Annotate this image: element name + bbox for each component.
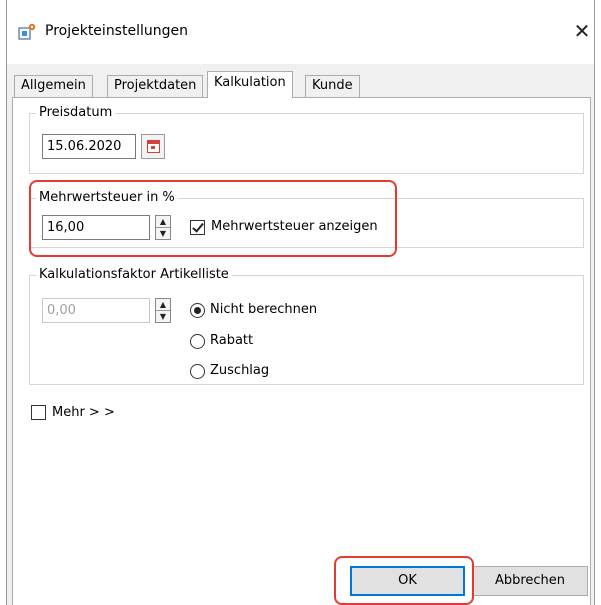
title-bar[interactable]: Projekteinstellungen ✕ [7, 0, 594, 64]
calendar-button[interactable] [141, 134, 165, 159]
cancel-button[interactable]: Abbrechen [472, 566, 588, 596]
radio-zuschlag-label: Zuschlag [210, 363, 270, 378]
ok-highlight [334, 556, 474, 605]
project-settings-icon [18, 23, 36, 40]
radio-rabatt[interactable] [190, 334, 205, 349]
spin-up-icon[interactable]: ▲ [156, 299, 170, 310]
window-frame-right [594, 0, 595, 605]
radio-nicht-berechnen[interactable] [190, 303, 205, 318]
radio-zuschlag[interactable] [190, 364, 205, 379]
calendar-icon [147, 140, 160, 153]
mehr-checkbox[interactable] [31, 405, 46, 420]
mwst-highlight [29, 180, 397, 257]
kalkfaktor-legend: Kalkulationsfaktor Artikelliste [36, 267, 232, 282]
dialog-window: Projekteinstellungen ✕ Allgemein Projekt… [0, 0, 601, 605]
close-icon[interactable]: ✕ [569, 18, 595, 44]
tab-allgemein[interactable]: Allgemein [14, 75, 93, 97]
kalkfaktor-stepper[interactable]: ▲ ▼ [155, 298, 171, 323]
radio-nicht-berechnen-label: Nicht berechnen [210, 302, 318, 317]
radio-rabatt-label: Rabatt [210, 333, 254, 348]
tab-kunde[interactable]: Kunde [305, 75, 360, 97]
preisdatum-input[interactable]: 15.06.2020 [42, 134, 136, 159]
preisdatum-group: Preisdatum 15.06.2020 [29, 105, 584, 174]
kalkfaktor-input[interactable]: 0,00 [42, 298, 150, 323]
kalkfaktor-group: Kalkulationsfaktor Artikelliste 0,00 ▲ ▼… [29, 267, 584, 385]
preisdatum-legend: Preisdatum [36, 105, 116, 120]
mehr-label: Mehr > > [52, 405, 115, 420]
tab-panel-kalkulation: Preisdatum 15.06.2020 Mehrwertsteuer in … [12, 97, 591, 605]
spin-down-icon[interactable]: ▼ [156, 311, 170, 322]
window-title: Projekteinstellungen [45, 23, 188, 39]
tab-projektdaten[interactable]: Projektdaten [107, 75, 204, 97]
tab-kalkulation[interactable]: Kalkulation [207, 71, 293, 98]
dialog-client-area: Allgemein Projektdaten Kalkulation Kunde… [7, 64, 594, 605]
